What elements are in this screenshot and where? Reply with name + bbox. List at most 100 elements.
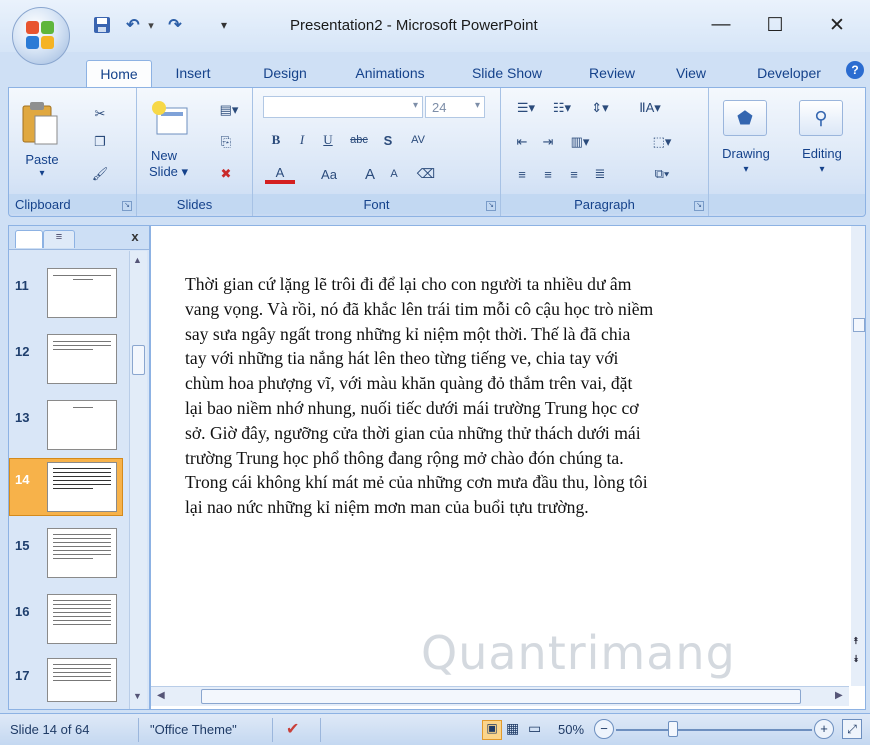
paste-button[interactable]: Paste [15, 152, 69, 167]
font-color-button[interactable]: A [265, 164, 295, 184]
customize-qat-icon[interactable]: ▾ [212, 13, 236, 37]
character-spacing-button[interactable]: AV [403, 130, 433, 150]
slide-thumbnail-12[interactable]: 12 [9, 334, 129, 390]
justify-icon[interactable]: ≣ [589, 164, 611, 184]
redo-icon[interactable]: ↷ [160, 13, 190, 37]
copy-icon[interactable]: ❐ [89, 132, 111, 152]
slide-show-view-icon[interactable]: ▭ [528, 720, 541, 737]
underline-button[interactable]: U [317, 130, 339, 150]
numbering-icon[interactable]: ☷▾ [545, 98, 579, 118]
normal-view-icon[interactable]: ▣ [482, 720, 502, 740]
scroll-thumb[interactable] [201, 689, 801, 704]
previous-slide-icon[interactable]: ⯭ [853, 636, 859, 647]
cut-icon[interactable]: ✂ [89, 104, 111, 124]
slide-thumbnail-14[interactable]: 14 [9, 458, 129, 518]
tab-insert[interactable]: Insert [160, 60, 226, 88]
new-slide-button[interactable]: Slide ▾ [141, 164, 201, 180]
slide-thumbnail-13[interactable]: 13 [9, 400, 129, 456]
strikethrough-button[interactable]: abc [345, 130, 373, 150]
layout-icon[interactable]: ▤▾ [215, 100, 243, 120]
help-icon[interactable]: ? [846, 61, 864, 79]
zoom-slider-handle[interactable] [668, 721, 678, 737]
delete-slide-icon[interactable]: ✖ [215, 164, 237, 184]
close-button[interactable]: ✕ [814, 10, 860, 40]
drawing-dropdown-icon[interactable]: ▾ [709, 164, 783, 175]
zoom-out-button[interactable]: − [594, 719, 614, 739]
clipboard-dialog-launcher-icon[interactable]: ↘ [122, 201, 132, 211]
office-button[interactable] [12, 7, 70, 65]
align-center-icon[interactable]: ≡ [537, 164, 559, 184]
tab-developer[interactable]: Developer [744, 60, 834, 88]
tab-slide-show[interactable]: Slide Show [462, 60, 552, 88]
spell-check-icon[interactable]: ✔ [286, 719, 299, 739]
scroll-down-icon[interactable]: ▼ [133, 691, 142, 701]
fit-to-window-icon[interactable]: ⤢ [842, 719, 862, 739]
shadow-button[interactable]: S [377, 130, 399, 150]
increase-indent-icon[interactable]: ⇥ [537, 132, 559, 152]
font-name-combo[interactable]: ▾ [263, 96, 423, 118]
font-dialog-launcher-icon[interactable]: ↘ [486, 201, 496, 211]
change-case-button[interactable]: Aa [313, 164, 345, 184]
undo-icon[interactable]: ↶ [120, 13, 146, 37]
font-name-dropdown-icon[interactable]: ▾ [413, 100, 418, 111]
scroll-right-icon[interactable]: ▶ [835, 690, 843, 701]
close-pane-icon[interactable]: x [127, 229, 143, 245]
zoom-slider-track[interactable] [616, 729, 812, 731]
slide-vertical-scrollbar[interactable]: ⯭ ⯯ [851, 226, 865, 686]
minimize-button[interactable]: — [698, 10, 744, 40]
paste-dropdown-icon[interactable]: ▾ [15, 168, 69, 179]
font-size-combo[interactable]: 24 ▾ [425, 96, 485, 118]
tab-view[interactable]: View [668, 60, 714, 88]
tab-animations[interactable]: Animations [340, 60, 440, 88]
line-spacing-icon[interactable]: ⇕▾ [583, 98, 617, 118]
reset-icon[interactable]: ⎘ [215, 132, 237, 152]
scroll-thumb[interactable] [132, 345, 145, 375]
tab-design[interactable]: Design [252, 60, 318, 88]
align-right-icon[interactable]: ≡ [563, 164, 585, 184]
slide-thumbnail-11[interactable]: 11 [9, 268, 129, 324]
slide-text-box[interactable]: Thời gian cứ lặng lẽ trôi đi để lại cho … [185, 272, 825, 520]
maximize-button[interactable]: ☐ [752, 10, 798, 40]
zoom-level[interactable]: 50% [558, 722, 584, 737]
format-painter-icon[interactable]: 🖌 [89, 164, 111, 184]
save-icon[interactable] [84, 13, 120, 37]
editing-button[interactable]: Editing [783, 146, 861, 161]
slide-horizontal-scrollbar[interactable]: ◀ ▶ [151, 686, 849, 706]
thumbnail-scrollbar[interactable]: ▲ ▼ [129, 251, 147, 709]
scroll-up-icon[interactable]: ▲ [133, 255, 142, 265]
slides-tab-icon[interactable] [15, 230, 43, 248]
align-text-icon[interactable]: ⬚▾ [647, 132, 677, 152]
smartart-icon[interactable]: ⧉▾ [647, 164, 677, 184]
slide-thumbnail-15[interactable]: 15 [9, 528, 129, 584]
shapes-icon[interactable]: ⬟ [723, 100, 767, 136]
decrease-indent-icon[interactable]: ⇤ [511, 132, 533, 152]
columns-icon[interactable]: ▥▾ [563, 132, 597, 152]
slide-thumbnail-17[interactable]: 17 [9, 658, 129, 714]
binoculars-icon[interactable]: ⚲ [799, 100, 843, 136]
new-slide-label-1[interactable]: New [141, 148, 201, 163]
zoom-in-button[interactable]: + [814, 719, 834, 739]
paragraph-dialog-launcher-icon[interactable]: ↘ [694, 201, 704, 211]
slide-sorter-view-icon[interactable]: ▦ [506, 720, 519, 737]
clear-formatting-icon[interactable]: ⌫ [415, 164, 437, 184]
font-size-dropdown-icon[interactable]: ▾ [475, 100, 480, 111]
next-slide-icon[interactable]: ⯯ [853, 654, 859, 665]
scroll-thumb[interactable] [853, 318, 865, 332]
outline-tab-icon[interactable]: ≡ [43, 230, 75, 248]
shrink-font-button[interactable]: A [383, 164, 405, 184]
undo-dropdown-icon[interactable]: ▾ [144, 13, 158, 37]
paste-icon[interactable] [21, 100, 61, 146]
bullets-icon[interactable]: ☰▾ [509, 98, 543, 118]
slide-editor[interactable]: Thời gian cứ lặng lẽ trôi đi để lại cho … [150, 225, 866, 710]
tab-home[interactable]: Home [86, 60, 152, 88]
editing-dropdown-icon[interactable]: ▾ [783, 164, 861, 175]
text-direction-icon[interactable]: ⅡA▾ [633, 98, 667, 118]
bold-button[interactable]: B [265, 130, 287, 150]
tab-review[interactable]: Review [580, 60, 644, 88]
align-left-icon[interactable]: ≡ [511, 164, 533, 184]
new-slide-icon[interactable] [151, 100, 191, 140]
grow-font-button[interactable]: A [359, 164, 381, 184]
italic-button[interactable]: I [291, 130, 313, 150]
drawing-button[interactable]: Drawing [709, 146, 783, 161]
slide-thumbnail-16[interactable]: 16 [9, 594, 129, 650]
